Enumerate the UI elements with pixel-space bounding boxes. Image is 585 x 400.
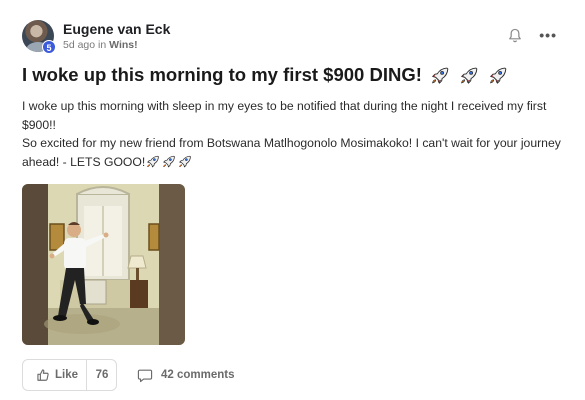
comment-icon	[137, 369, 153, 382]
rocket-icon	[490, 67, 507, 84]
post-gif-image[interactable]	[22, 184, 185, 345]
post-body: I woke up this morning with sleep in my …	[22, 97, 570, 171]
author-name[interactable]: Eugene van Eck	[63, 21, 170, 37]
rocket-icon	[179, 155, 192, 168]
post-title: I woke up this morning to my first $900 …	[22, 64, 511, 87]
post-body-line1: I woke up this morning with sleep in my …	[22, 99, 547, 132]
rocket-icon	[163, 155, 176, 168]
thumbs-up-icon	[37, 369, 49, 381]
post-category[interactable]: Wins!	[109, 39, 138, 51]
level-badge: 5	[42, 40, 56, 54]
body-rockets	[145, 155, 193, 169]
dancing-man-scene	[22, 184, 185, 345]
post-header: 5 Eugene van Eck 5d ago in Wins! •••	[22, 18, 567, 58]
post-actions: Like 76 42 comments	[22, 359, 422, 391]
like-label: Like	[55, 369, 79, 381]
like-group: Like 76	[22, 359, 117, 391]
rocket-icon	[432, 67, 449, 84]
comments-count-label: 42 comments	[161, 369, 235, 381]
post-time: 5d ago in	[63, 39, 110, 51]
post-body-line2-wrap: So excited for my new friend from Botswa…	[22, 134, 570, 171]
rocket-icon	[147, 155, 160, 168]
like-button[interactable]: Like	[23, 360, 87, 390]
comments-button[interactable]: 42 comments	[137, 359, 235, 391]
rocket-icon	[461, 67, 478, 84]
title-rockets	[429, 65, 511, 87]
like-count[interactable]: 76	[87, 360, 117, 390]
post-meta: 5d ago in Wins!	[63, 39, 138, 51]
bell-icon[interactable]	[508, 28, 522, 44]
ellipsis-icon[interactable]: •••	[539, 27, 557, 43]
post-title-text: I woke up this morning to my first $900 …	[22, 64, 422, 85]
post-body-line2: So excited for my new friend from Botswa…	[22, 136, 561, 169]
